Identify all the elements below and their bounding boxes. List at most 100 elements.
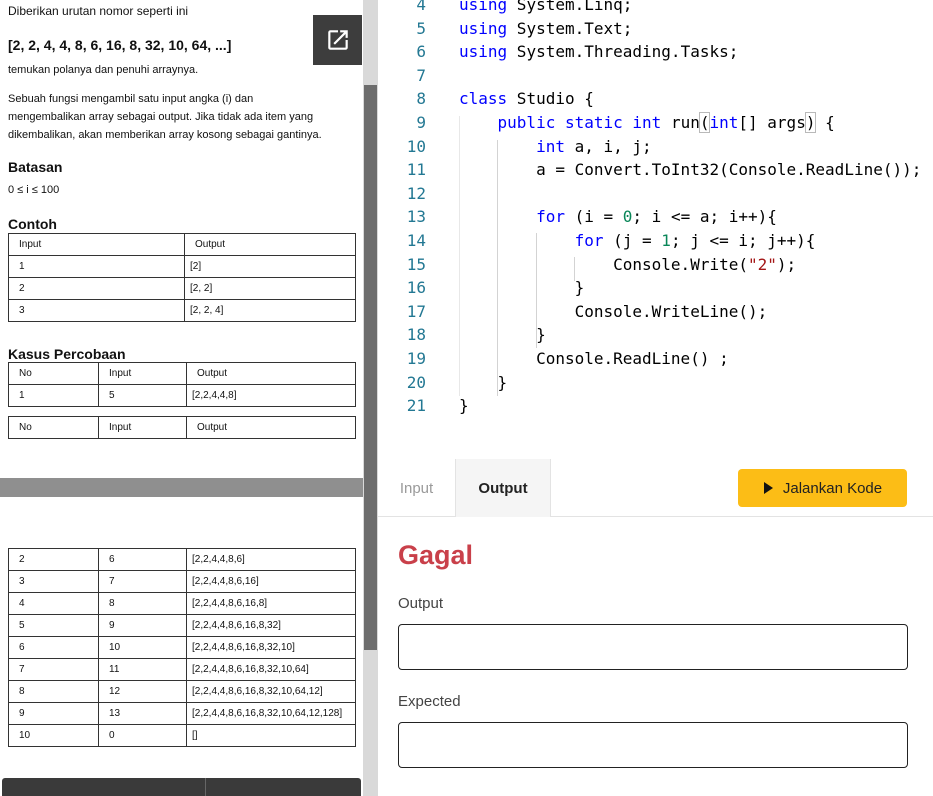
code-editor[interactable]: 4 using System.Linq; 5 using System.Text; 6 u… [378,0,933,458]
table-row: 7 11 [2,2,4,4,8,6,16,8,32,10,64] [8,658,356,681]
code-token: } [459,325,546,345]
code-token: Studio { [507,89,594,109]
code-line[interactable]: 11 a = Convert.ToInt32(Console.ReadLine(… [378,158,933,182]
code-text: Console.WriteLine(); [459,300,768,324]
code-token: } [459,372,508,392]
table-cell: 2 [8,277,185,300]
description-line: dikembalikan, akan memberikan array koso… [8,129,322,141]
table-cell: 10 [98,636,187,659]
table-cell: Input [8,233,185,256]
examples-heading: Contoh [8,216,57,232]
test-cases-heading: Kasus Percobaan [8,346,126,362]
output-label: Output [398,595,444,612]
constraints-heading: Batasan [8,159,63,175]
code-line[interactable]: 6 using System.Threading.Tasks; [378,40,933,64]
code-token: for [574,231,604,250]
table-row: 9 13 [2,2,4,4,8,6,16,8,32,10,64,12,128] [8,702,356,725]
test-cases-list: 2 6 [2,2,4,4,8,6] 3 7 [2,2,4,4,8,6,16] 4 8 [2,2,… [8,548,356,747]
panel-divider [0,478,363,497]
table-row: 2 [2, 2] [8,277,356,300]
table-header-row: Input Output [8,233,356,256]
line-number: 7 [416,65,426,85]
table-cell: [2,2,4,4,8,6,16,8] [186,592,356,615]
code-token: int [709,113,739,132]
code-line[interactable]: 16 } [378,276,933,300]
result-status: Gagal [398,540,474,570]
table-cell: [2, 2, 4] [184,299,356,322]
code-token: a, i, j; [564,136,652,156]
table-cell: 1 [8,384,99,407]
table-cell: Output [184,233,356,256]
output-field[interactable] [398,624,908,670]
code-token: } [459,396,469,416]
code-line[interactable]: 7 [378,64,933,88]
expected-field[interactable] [398,722,908,768]
code-token: System.Threading.Tasks; [507,42,739,62]
code-token: (i = [564,207,623,227]
table-row: 4 8 [2,2,4,4,8,6,16,8] [8,592,356,615]
code-line[interactable]: 5 using System.Text; [378,17,933,41]
code-line[interactable]: 4 using System.Linq; [378,0,933,17]
scrollbar-thumb[interactable] [364,85,377,650]
test-cases-table: No Input Output 1 5 [2,2,4,4,8] [8,362,356,407]
table-row: 3 [2, 2, 4] [8,299,356,322]
code-token: int [536,136,565,156]
table-cell: [2,2,4,4,8,6,16,8,32] [186,614,356,637]
problem-panel: Diberikan urutan nomor seperti ini [2, 2… [0,0,363,796]
table-cell: [] [186,724,356,747]
code-line[interactable]: 13 for (i = 0; i <= a; i++){ [378,205,933,229]
line-number: 16 [406,278,426,298]
code-token: System.Linq; [507,0,633,14]
code-token: "2" [747,254,777,274]
code-line[interactable]: 12 [378,182,933,206]
line-number: 12 [406,183,426,203]
table-cell: 6 [98,548,187,571]
table-cell: [2,2,4,4,8,6,16,8,32,10,64,12] [186,680,356,703]
description-line: Sebuah fungsi mengambil satu input angka… [8,93,254,105]
code-token: run [661,113,700,132]
line-number: 14 [406,231,426,250]
code-token: Console.ReadLine() ; [459,349,729,368]
code-line[interactable]: 20 } [378,371,933,395]
table-header-row: No Input Output [8,416,356,439]
code-token: [] args [738,113,806,132]
table-header-row: No Input Output [8,362,356,385]
table-row: 6 10 [2,2,4,4,8,6,16,8,32,10] [8,636,356,659]
code-token: (j = [603,231,662,250]
table-cell: Output [186,362,356,385]
code-line[interactable]: 15 Console.Write("2"); [378,253,933,277]
code-token: Console.WriteLine(); [459,301,768,321]
table-cell: [2, 2] [184,277,356,300]
table-cell: [2,2,4,4,8,6,16] [186,570,356,593]
code-line[interactable]: 19 Console.ReadLine() ; [378,347,933,371]
table-cell: 11 [98,658,187,681]
table-cell: 12 [98,680,187,703]
code-line[interactable]: 8 class Studio { [378,87,933,111]
table-cell: 4 [8,592,99,615]
line-number: 20 [406,372,426,392]
code-text: Console.Write("2"); [459,253,796,277]
code-line[interactable]: 17 Console.WriteLine(); [378,300,933,324]
footer-button-bar[interactable] [2,778,361,796]
result-panel: Gagal Output Expected [378,518,933,796]
table-row: 3 7 [2,2,4,4,8,6,16] [8,570,356,593]
line-number: 19 [406,349,426,368]
problem-sequence: [2, 2, 4, 4, 8, 6, 16, 8, 32, 10, 64, ..… [8,37,232,53]
tab-input[interactable]: Input [378,459,455,517]
table-cell: No [8,362,99,385]
table-row: 10 0[] [8,724,356,747]
run-code-button[interactable]: Jalankan Kode [738,469,907,507]
table-cell: [2] [184,255,356,278]
code-line[interactable]: 9 public static int run(int[] args) { [378,111,933,135]
code-line[interactable]: 18 } [378,323,933,347]
code-line[interactable]: 14 for (j = 1; j <= i; j++){ [378,229,933,253]
problem-description: Sebuah fungsi mengambil satu input angka… [8,90,354,144]
open-external-button[interactable] [313,15,362,65]
table-cell: 5 [98,384,187,407]
tab-output[interactable]: Output [455,459,551,517]
code-line[interactable]: 21} [378,394,933,418]
problem-intro: Diberikan urutan nomor seperti ini [8,4,189,18]
code-line[interactable]: 10 int a, i, j; [378,135,933,159]
